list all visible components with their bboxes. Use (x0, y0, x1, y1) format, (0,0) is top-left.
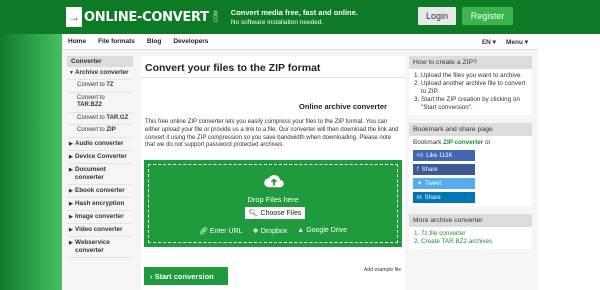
twitter-tweet-button[interactable]: ✦ Tweet (413, 178, 475, 189)
bookmark-link[interactable]: ZIP converter (443, 139, 483, 146)
logo-suffix: .COM (213, 10, 220, 24)
logo-text: ONLINE-CONVERT (84, 9, 209, 25)
tagline: Convert media free, fast and online. No … (231, 8, 358, 27)
drop-files-text: Drop Files here (247, 195, 299, 204)
twitter-icon: ✦ (417, 180, 423, 187)
sidebar-subitem-7z[interactable]: Convert to 7Z (67, 80, 133, 93)
sidebar-subitem-zip[interactable]: Convert to ZIP (67, 125, 133, 138)
login-button[interactable]: Login (418, 7, 456, 25)
bookmark-box: Bookmark and share page Bookmark ZIP con… (409, 123, 532, 206)
section-title: Online archive converter (299, 102, 387, 111)
linkedin-share-button[interactable]: in Share (413, 192, 475, 203)
drop-zone-border: Drop Files here 🔍︎ Choose Files 🔗︎ Enter … (148, 164, 398, 243)
start-conversion-button[interactable]: › Start conversion (144, 267, 228, 285)
facebook-share-button[interactable]: f Share (413, 164, 475, 175)
more-converter-link[interactable]: 7z file converter (421, 230, 528, 238)
search-icon: 🔍︎ (248, 210, 258, 217)
sidebar-item-ebook[interactable]: ▶ Ebook converter (67, 185, 133, 198)
register-button[interactable]: Register (462, 7, 513, 25)
logo-mark-icon: → (66, 7, 82, 27)
menu-toggle[interactable]: Menu ▾ (506, 38, 528, 46)
sidebar-item-label: Archive converter (75, 69, 129, 76)
add-example-file-link[interactable]: Add example file (364, 267, 401, 273)
facebook-like-button[interactable]: 👍︎ Like 113K (413, 150, 475, 161)
more-converters-box: More archive converter 7z file converter… (409, 214, 532, 249)
language-select[interactable]: EN ▾ (482, 38, 496, 46)
howto-heading: How to create a ZIP? (409, 56, 532, 69)
upload-sources: 🔗︎ Enter URL ❖ Dropbox ▲ Google Drive (149, 227, 397, 235)
google-drive-icon: ▲ (297, 227, 305, 234)
tagline-bold: Convert media free, fast and online. (230, 7, 358, 17)
sidebar-item-archive[interactable]: ▼ Archive converter (67, 67, 133, 80)
more-converter-link[interactable]: Create TAR.BZ2 archives (421, 238, 528, 246)
nav-developers[interactable]: Developers (173, 38, 208, 45)
sidebar-subitem-targz[interactable]: Convert to TAR.GZ (67, 113, 133, 125)
sidebar-item-webservice[interactable]: ▶ Webservice converter (67, 237, 133, 258)
nav-blog[interactable]: Blog (147, 38, 161, 45)
dropbox-icon: ❖ (252, 228, 259, 235)
howto-step: Start the ZIP creation by clicking on "S… (421, 96, 528, 112)
linkedin-icon: in (417, 194, 422, 201)
nav-file-formats[interactable]: File formats (98, 38, 135, 45)
sidebar-item-video[interactable]: ▶ Video converter (67, 224, 133, 237)
more-heading: More archive converter (409, 214, 532, 227)
sidebar-subitem-tarbz2[interactable]: Convert to TAR.BZ2 (67, 93, 133, 113)
sidebar-item-audio[interactable]: ▶ Audio converter (67, 138, 133, 151)
howto-box: How to create a ZIP? Upload the files yo… (409, 56, 532, 115)
sidebar-item-image[interactable]: ▶ Image converter (67, 211, 133, 224)
main-nav: Home File formats Blog Developers EN ▾ M… (62, 34, 538, 50)
page-title: Convert your files to the ZIP format (141, 56, 405, 78)
cloud-upload-icon (264, 175, 284, 188)
sidebar-item-document[interactable]: ▶ Document converter (67, 164, 133, 185)
logo[interactable]: → ONLINE-CONVERT .COM (66, 7, 223, 27)
facebook-icon: f (417, 166, 419, 173)
howto-step: Upload another archive file to convert t… (421, 80, 528, 96)
background-left (0, 0, 62, 290)
bookmark-text: Bookmark ZIP converter or (413, 139, 491, 146)
enter-url-button[interactable]: 🔗︎ Enter URL (199, 227, 243, 235)
dropbox-button[interactable]: ❖ Dropbox (253, 227, 288, 235)
google-drive-button[interactable]: ▲ Google Drive (297, 227, 347, 235)
sidebar-item-device[interactable]: ▶ Device Converter (67, 151, 133, 164)
sidebar: Converter ▼ Archive converter Convert to… (67, 56, 133, 258)
background-right (538, 0, 600, 290)
main-panel: Convert your files to the ZIP format Onl… (141, 56, 405, 290)
description: This free online ZIP converter lets you … (145, 119, 399, 149)
right-sidebar: How to create a ZIP? Upload the files yo… (409, 56, 532, 257)
nav-home[interactable]: Home (68, 38, 86, 45)
sidebar-heading: Converter (67, 56, 133, 67)
choose-files-button[interactable]: 🔍︎ Choose Files (245, 207, 305, 219)
tagline-sub: No software installation needed. (230, 18, 324, 26)
sidebar-item-hash[interactable]: ▶ Hash encryption (67, 198, 133, 211)
thumbs-up-icon: 👍︎ (417, 152, 424, 159)
link-icon: 🔗︎ (198, 228, 208, 235)
howto-step: Upload the files you want to archive. (421, 72, 528, 80)
file-drop-zone[interactable]: Drop Files here 🔍︎ Choose Files 🔗︎ Enter … (144, 160, 402, 247)
bookmark-heading: Bookmark and share page (409, 123, 532, 136)
content-area: Converter ▼ Archive converter Convert to… (62, 50, 538, 290)
